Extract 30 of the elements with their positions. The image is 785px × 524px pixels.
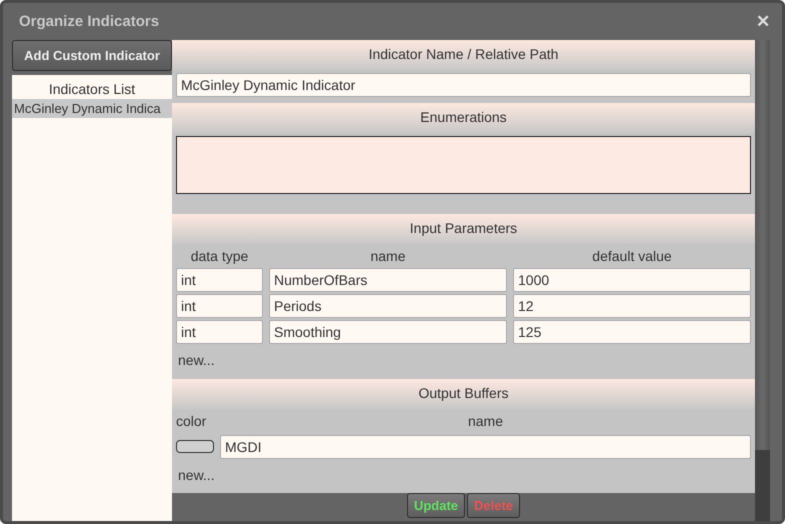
enumerations-field[interactable] — [176, 136, 751, 194]
param-name-field[interactable]: NumberOfBars — [269, 268, 507, 292]
close-button[interactable]: ✕ — [756, 11, 770, 32]
list-title: Indicators List — [48, 80, 136, 99]
column-header: name — [466, 412, 504, 430]
new-parameter-link[interactable]: new... — [178, 352, 215, 368]
default-value-field[interactable]: 125 — [513, 320, 751, 344]
scrollbar[interactable] — [755, 40, 770, 521]
column-header: name — [369, 248, 407, 266]
section-header: Input Parameters — [172, 214, 755, 244]
param-name-field[interactable]: Periods — [269, 294, 507, 318]
new-buffer-link[interactable]: new... — [178, 466, 215, 482]
type-field[interactable]: int — [176, 268, 263, 292]
column-header: default value — [591, 248, 673, 266]
column-header: color — [176, 412, 208, 430]
param-name-field[interactable]: Smoothing — [269, 320, 507, 344]
window-title: Organize Indicators — [19, 13, 160, 30]
section-header: Enumerations — [172, 103, 755, 133]
add-custom-indicator-button[interactable]: Add Custom Indicator — [12, 40, 172, 71]
name-field[interactable]: McGinley Dynamic Indicator — [176, 73, 751, 97]
buffer-name-field[interactable]: MGDI — [220, 434, 751, 458]
list-item[interactable]: McGinley Dynamic Indica — [12, 99, 172, 118]
column-header: data type — [190, 248, 250, 266]
section-header: Indicator Name / Relative Path — [172, 40, 755, 70]
default-value-field[interactable]: 12 — [513, 294, 751, 318]
type-field[interactable]: int — [176, 294, 263, 318]
section-header: Output Buffers — [172, 378, 755, 408]
color-swatch[interactable] — [176, 440, 214, 453]
default-value-field[interactable]: 1000 — [513, 268, 751, 292]
type-field[interactable]: int — [176, 320, 263, 344]
